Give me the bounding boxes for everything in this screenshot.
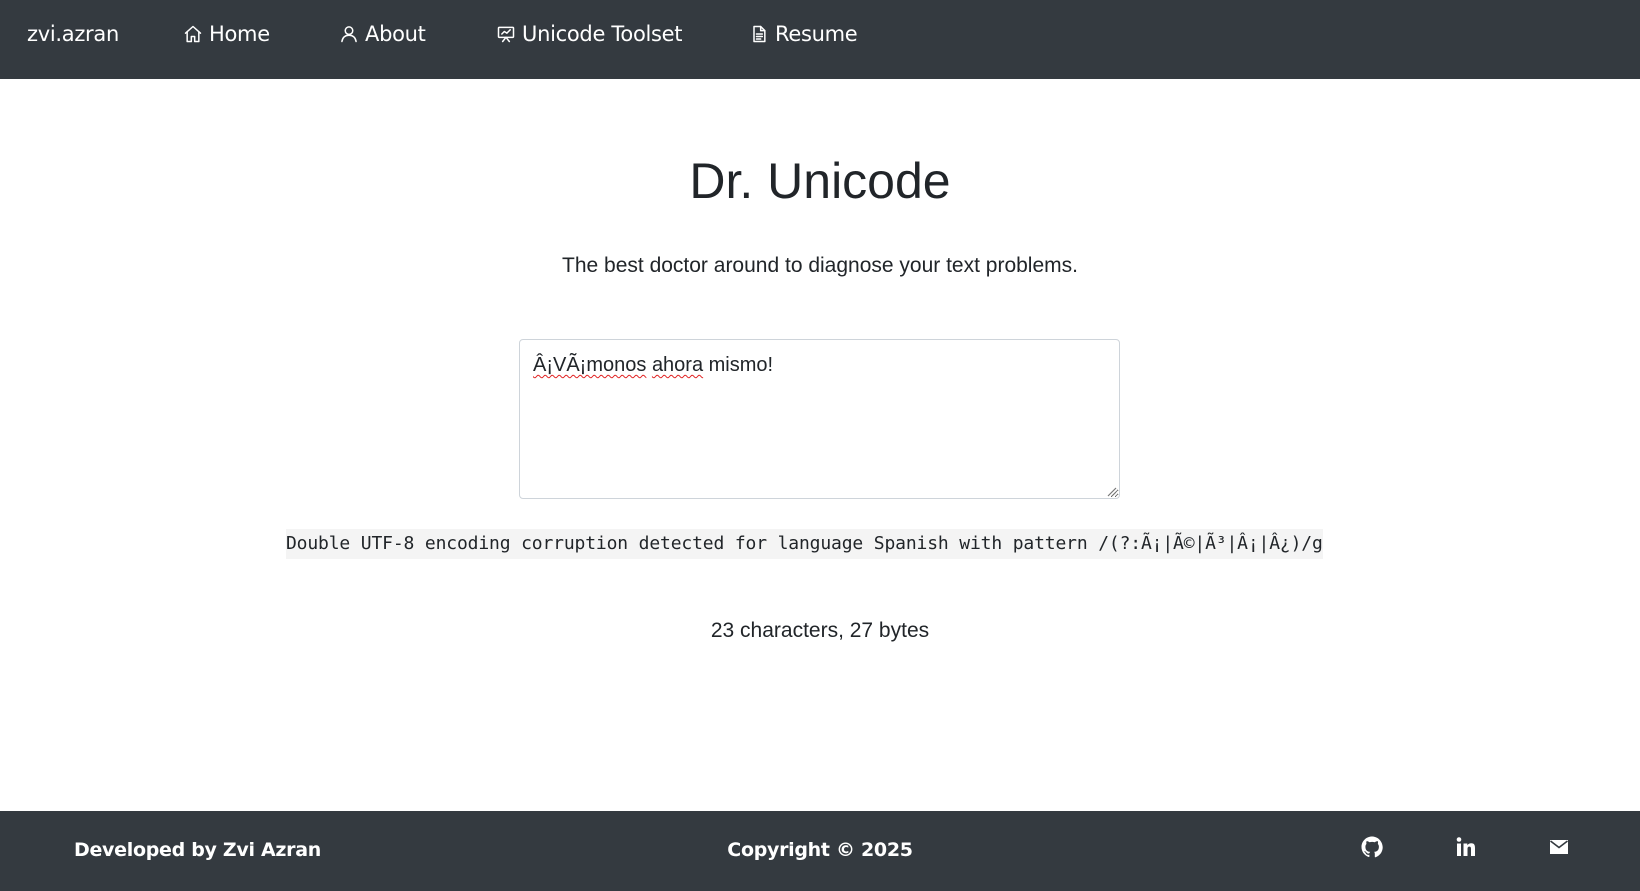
diagnosis-result: Double UTF-8 encoding corruption detecte… <box>286 529 1323 559</box>
brand-link[interactable]: zvi.azran <box>27 22 119 46</box>
mail-icon <box>1550 840 1568 854</box>
github-link[interactable] <box>1360 835 1384 859</box>
home-icon <box>184 25 202 43</box>
character-byte-count: 23 characters, 27 bytes <box>710 619 930 642</box>
page-subtitle: The best doctor around to diagnose your … <box>562 254 1078 277</box>
text-rest: mismo! <box>703 354 774 376</box>
nav-unicode-toolset-label: Unicode Toolset <box>522 22 683 46</box>
document-icon <box>753 25 766 43</box>
page-footer: Developed by Zvi Azran Copyright © 2025 <box>0 811 1640 891</box>
nav-home-label: Home <box>209 22 270 46</box>
nav-home[interactable]: Home <box>183 22 270 46</box>
nav-unicode-toolset[interactable]: Unicode Toolset <box>496 22 683 46</box>
nav-resume-label: Resume <box>775 22 858 46</box>
misspelled-word: ahora <box>651 354 704 376</box>
linkedin-link[interactable] <box>1454 835 1478 859</box>
misspelled-word: Â¡VÃ¡monos <box>533 354 647 376</box>
page-title: Dr. Unicode <box>689 153 951 209</box>
github-icon <box>1361 836 1383 858</box>
top-navbar: zvi.azran Home About Unicode Toolset Res… <box>0 0 1640 79</box>
linkedin-icon <box>1456 837 1475 856</box>
nav-about[interactable]: About <box>339 22 426 46</box>
user-icon <box>341 26 357 43</box>
resize-handle-icon[interactable] <box>1106 486 1117 497</box>
nav-resume[interactable]: Resume <box>749 22 858 46</box>
presentation-icon <box>497 26 515 43</box>
nav-about-label: About <box>365 22 426 46</box>
email-link[interactable] <box>1547 835 1571 859</box>
text-input[interactable]: Â¡VÃ¡monos ahora mismo! <box>519 339 1120 499</box>
developer-credit: Developed by Zvi Azran <box>74 839 321 861</box>
